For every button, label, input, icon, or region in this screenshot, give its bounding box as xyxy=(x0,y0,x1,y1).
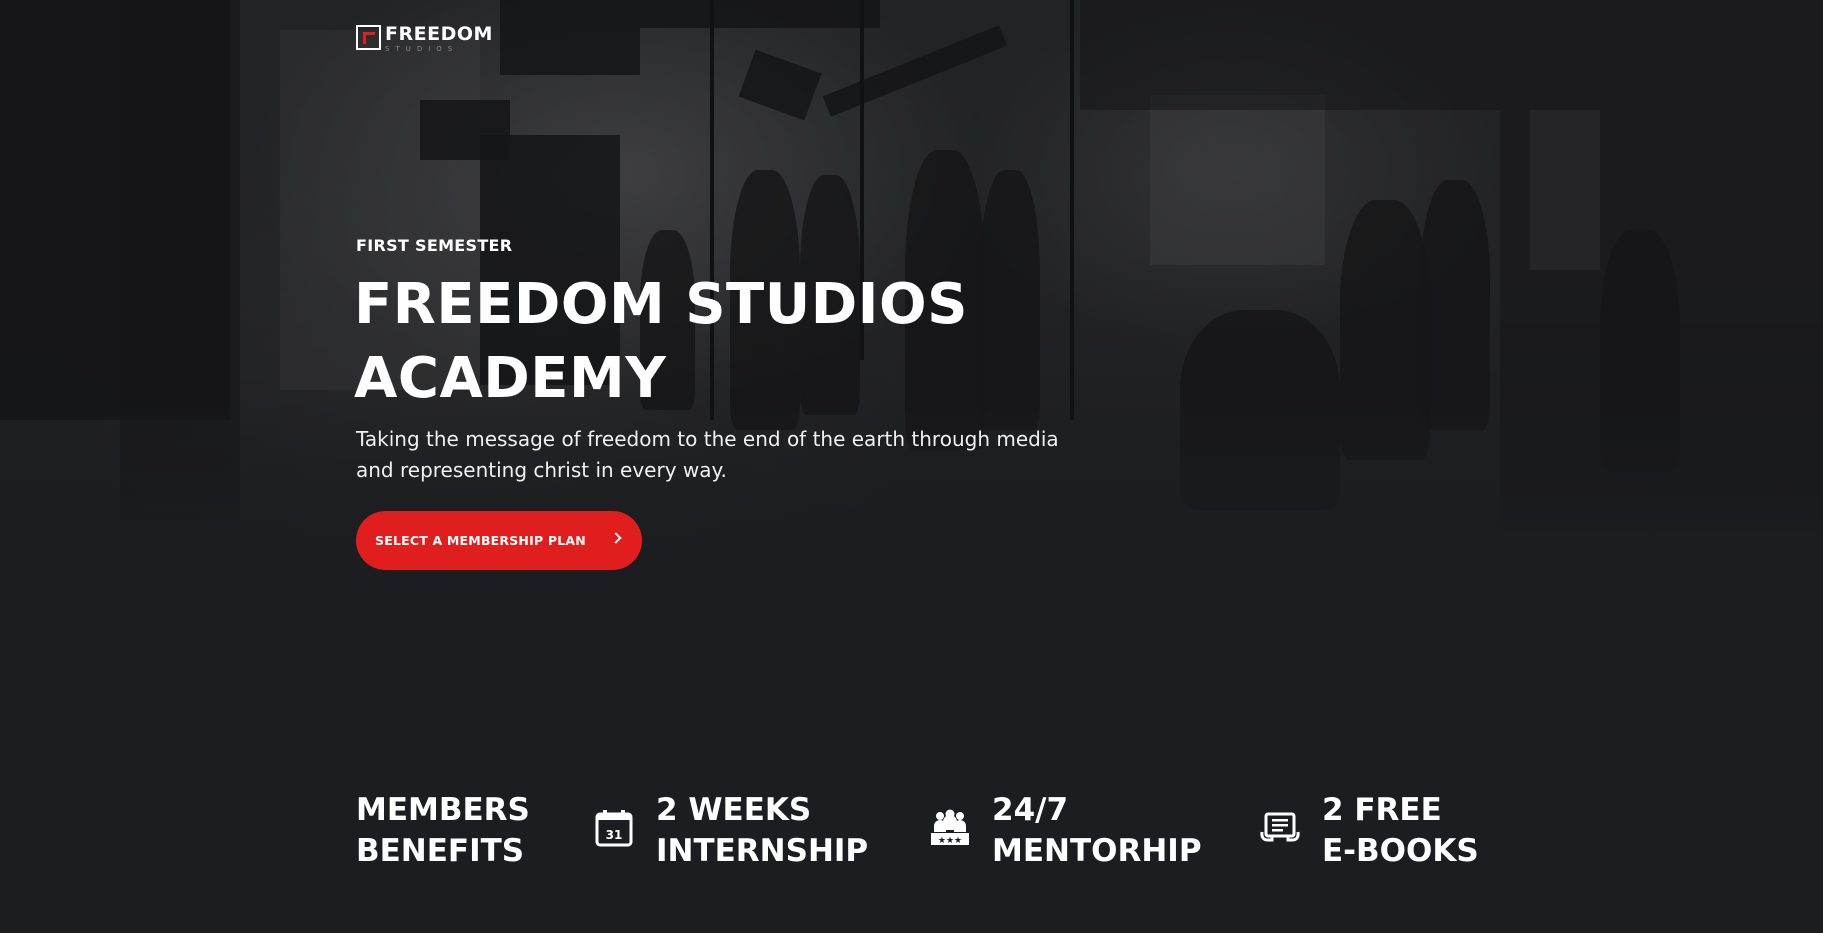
select-membership-plan-button[interactable]: SELECT A MEMBERSHIP PLAN xyxy=(356,511,642,570)
benefit-label-line: 2 WEEKS xyxy=(656,792,812,828)
hero-eyebrow: FIRST SEMESTER xyxy=(356,236,513,255)
logo-wordmark: FREEDOM xyxy=(385,23,493,45)
cta-label: SELECT A MEMBERSHIP PLAN xyxy=(375,533,586,548)
benefit-label-line: MENTORHIP xyxy=(992,833,1202,869)
benefit-label-line: INTERNSHIP xyxy=(656,833,869,869)
hero-subtitle-line: and representing christ in every way. xyxy=(356,458,727,482)
benefit-label-line: 24/7 xyxy=(992,792,1069,828)
benefit-label-line: 2 FREE xyxy=(1322,792,1442,828)
members-benefits: MEMBERS BENEFITS 31 2 WEEKS INTERNSHIP ★… xyxy=(356,790,1556,890)
benefits-title: MEMBERS BENEFITS xyxy=(356,790,530,872)
group-icon: ★★★ xyxy=(930,808,970,848)
benefit-label-line: E-BOOKS xyxy=(1322,833,1479,869)
benefit-item-mentorship: ★★★ 24/7 MENTORHIP xyxy=(930,790,1202,872)
benefit-item-ebooks: 2 FREE E-BOOKS xyxy=(1260,790,1479,872)
brand-logo[interactable]: FREEDOM STUDIOS xyxy=(356,25,493,53)
hero-headline-line: ACADEMY xyxy=(354,346,667,411)
hero-subtitle: Taking the message of freedom to the end… xyxy=(356,424,1096,486)
hero-headline: FREEDOM STUDIOS ACADEMY xyxy=(354,268,1054,416)
benefit-label: 2 WEEKS INTERNSHIP xyxy=(656,790,868,872)
logo-mark-icon xyxy=(356,25,381,50)
benefits-title-line: MEMBERS xyxy=(356,792,530,828)
benefit-label: 2 FREE E-BOOKS xyxy=(1322,790,1479,872)
ebook-reader-icon xyxy=(1260,808,1300,848)
svg-text:★★★: ★★★ xyxy=(938,836,962,846)
logo-text: FREEDOM STUDIOS xyxy=(385,25,493,53)
calendar-icon-number: 31 xyxy=(606,828,623,842)
benefit-item-internship: 31 2 WEEKS INTERNSHIP xyxy=(594,790,868,872)
hero-headline-line: FREEDOM STUDIOS xyxy=(354,272,968,337)
benefits-title-line: BENEFITS xyxy=(356,833,525,869)
logo-subtitle: STUDIOS xyxy=(385,45,459,53)
hero-subtitle-line: Taking the message of freedom to the end… xyxy=(356,427,1059,451)
chevron-right-icon xyxy=(610,532,622,544)
calendar-icon: 31 xyxy=(594,808,634,848)
benefit-label: 24/7 MENTORHIP xyxy=(992,790,1202,872)
